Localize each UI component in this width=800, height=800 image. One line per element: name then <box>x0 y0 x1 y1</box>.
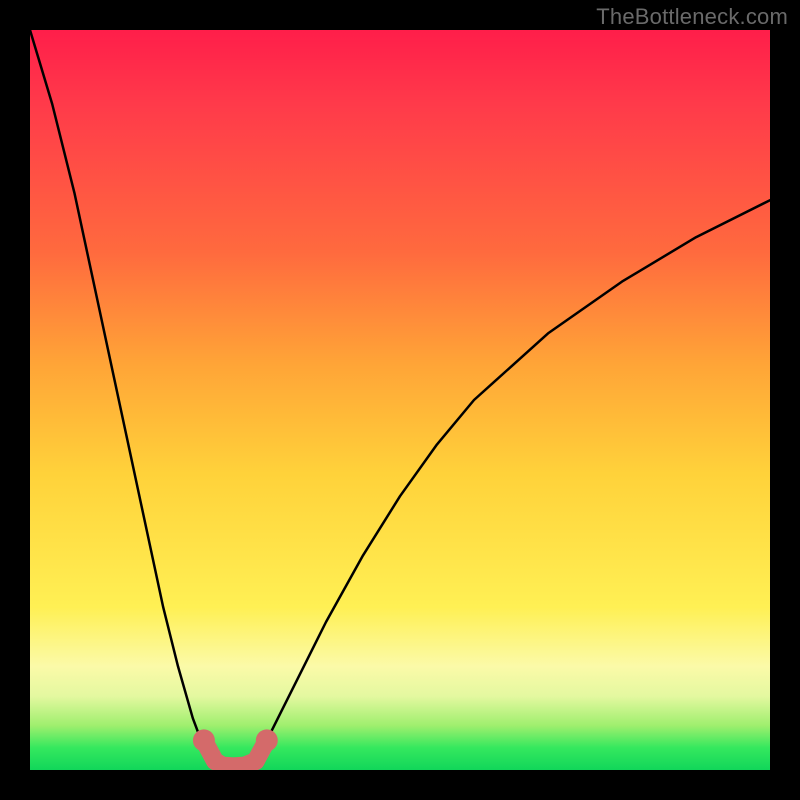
chart-canvas: TheBottleneck.com <box>0 0 800 800</box>
curve-layer <box>30 30 770 770</box>
plot-area <box>30 30 770 770</box>
bottleneck-curve <box>30 30 770 766</box>
optimal-marker-endcap <box>256 729 278 751</box>
watermark-text: TheBottleneck.com <box>596 4 788 30</box>
optimal-marker-endcap <box>193 729 215 751</box>
